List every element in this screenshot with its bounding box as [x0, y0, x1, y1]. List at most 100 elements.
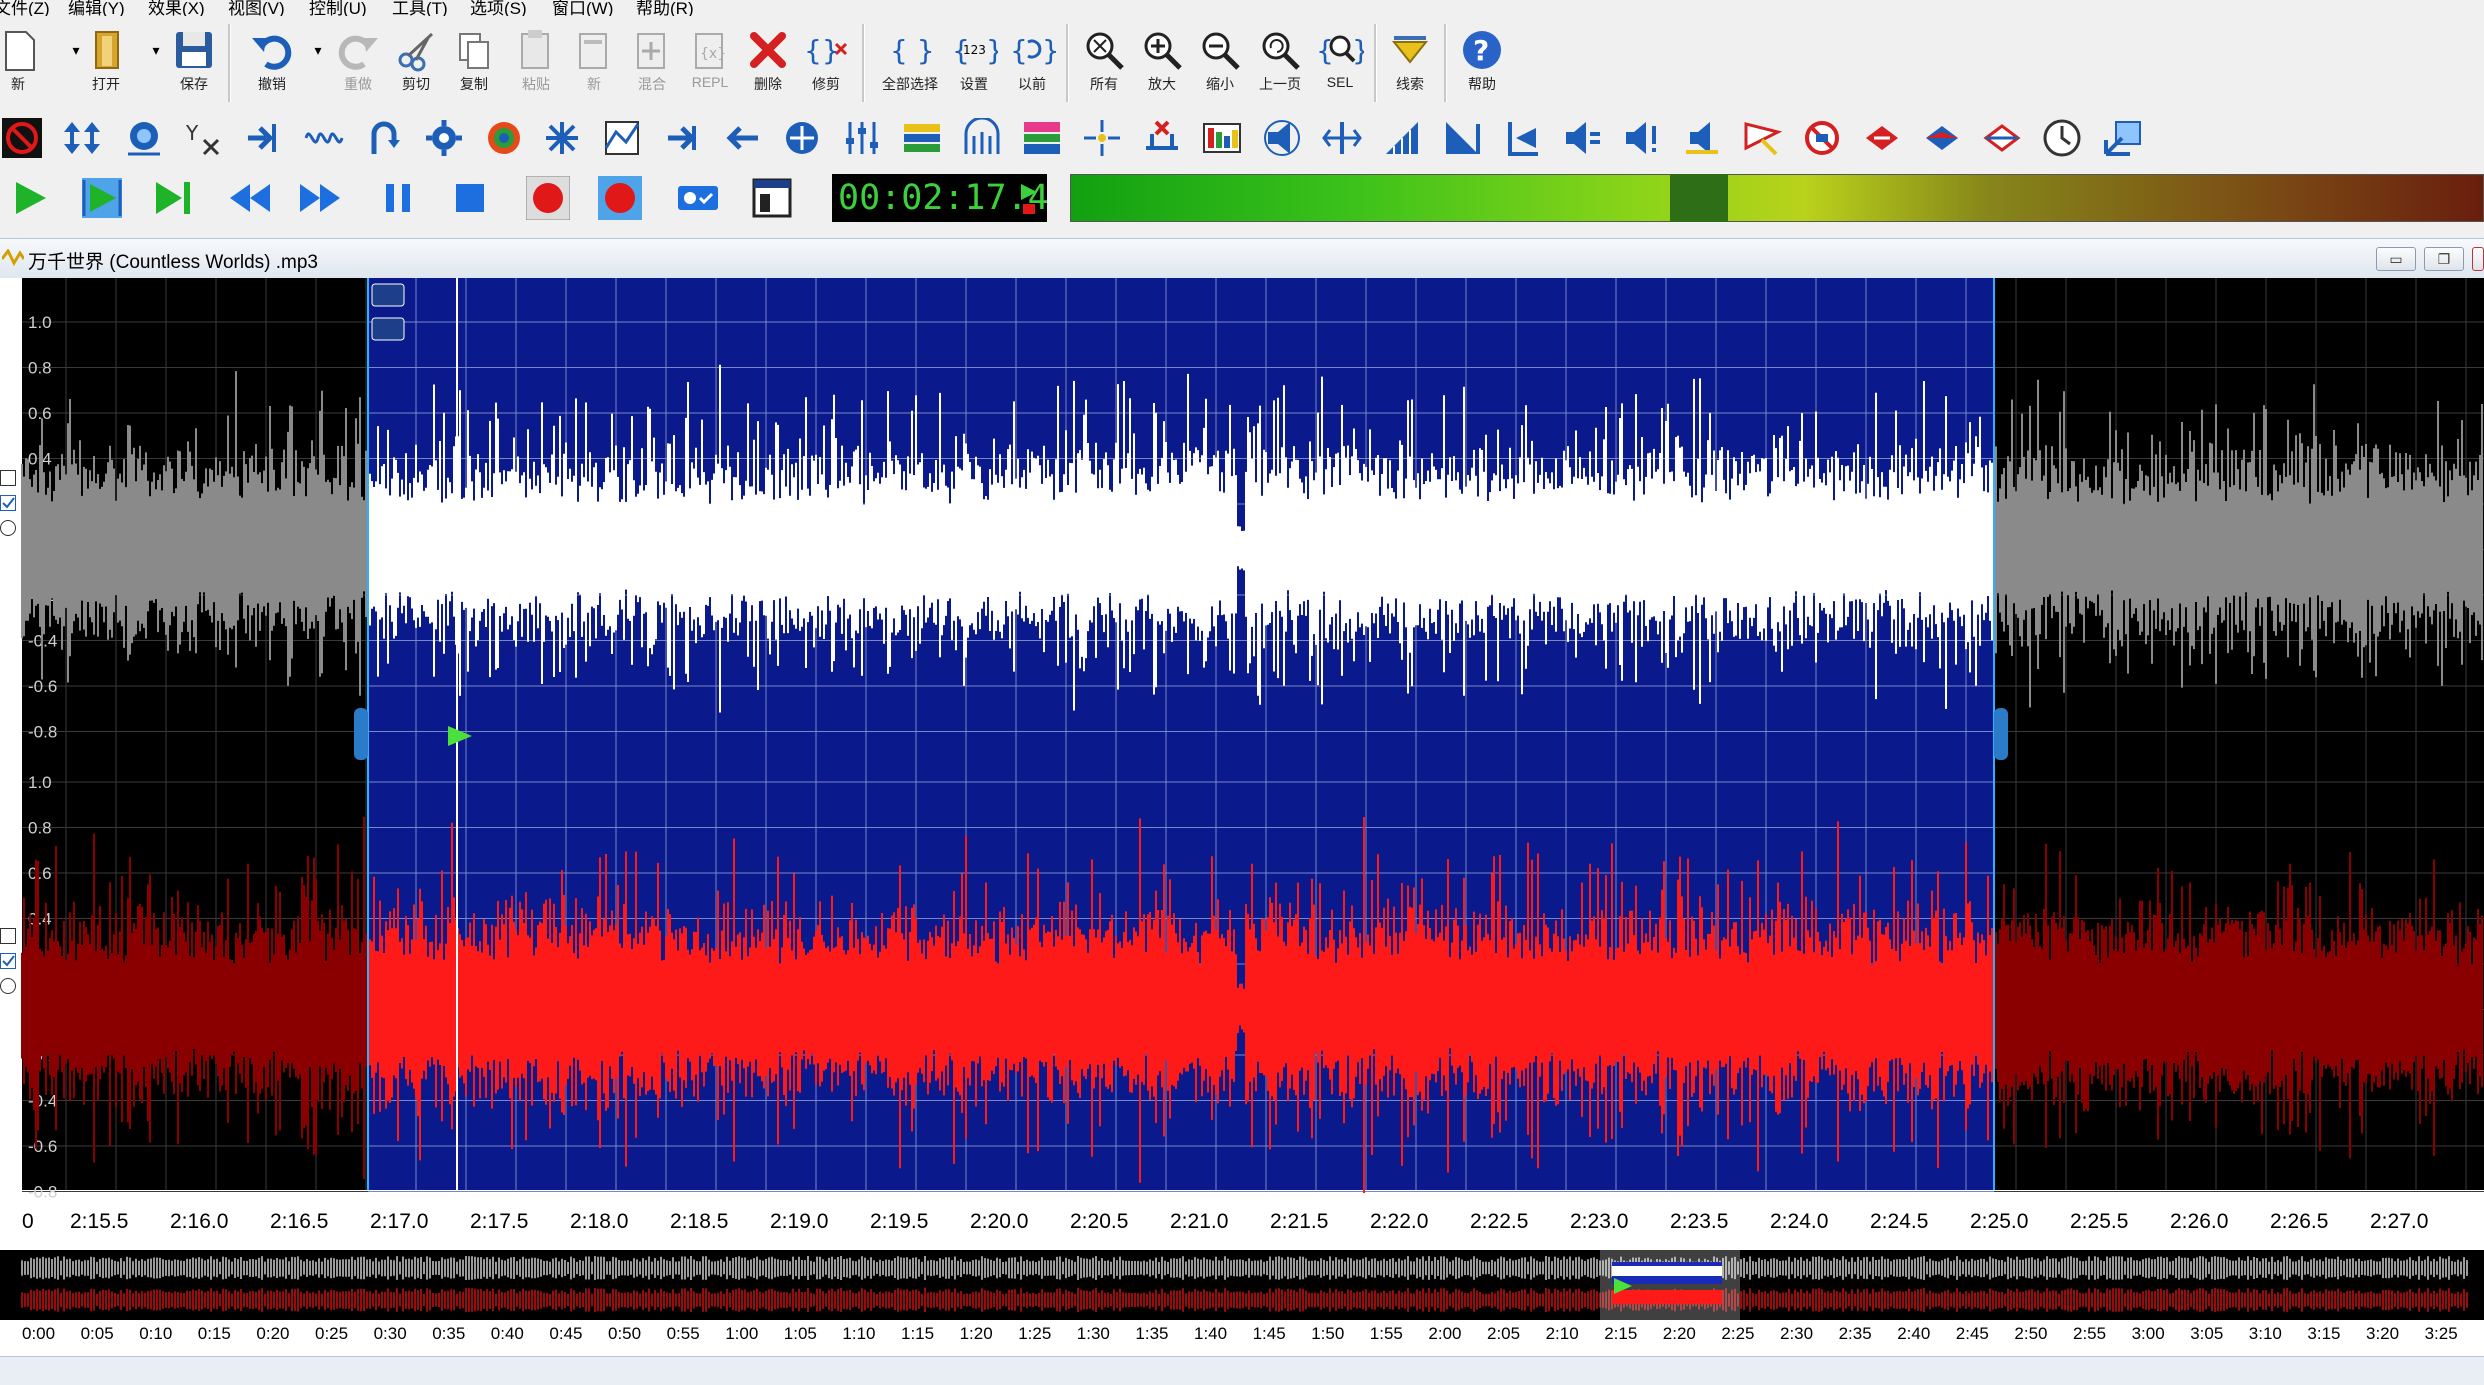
mix-paste-button[interactable]: 混合 [624, 28, 680, 94]
vocal-remove-icon[interactable] [1022, 118, 1062, 158]
effects-toolbar: Y [0, 108, 2484, 166]
maximize-button[interactable]: ❐ [2424, 247, 2464, 271]
reverb-icon[interactable] [484, 118, 524, 158]
equalizer-icon[interactable] [842, 118, 882, 158]
pause-icon[interactable] [376, 176, 420, 220]
envelope-icon[interactable] [602, 118, 642, 158]
zoom-in-button[interactable]: 放大 [1134, 28, 1190, 94]
channel-left-radio[interactable] [0, 520, 16, 536]
redo-button[interactable]: 重做 [330, 28, 386, 94]
overview-tick-label: 1:25 [1018, 1324, 1052, 1343]
menu-control[interactable]: 控制(U) [309, 0, 367, 16]
waveform-canvas[interactable]: 1.00.80.60.40.20.0-0.2-0.4-0.6-0.81.00.8… [0, 278, 2484, 1198]
zoom-selection-button[interactable]: {} SEL [1312, 28, 1368, 90]
search-button[interactable]: 线索 [1382, 28, 1438, 94]
stereo-expand-icon[interactable] [1322, 118, 1362, 158]
echo-gear-icon[interactable] [424, 118, 464, 158]
window-layout-icon[interactable] [750, 176, 794, 220]
copy-button[interactable]: 复制 [446, 28, 502, 94]
replace-button[interactable]: {x} REPL [682, 28, 738, 90]
channel-right-enable[interactable] [0, 928, 16, 944]
paste-button[interactable]: 粘贴 [508, 28, 564, 94]
normalize-icon[interactable] [124, 118, 164, 158]
channel-left-checkbox[interactable] [0, 495, 16, 511]
compressor-icon[interactable] [542, 118, 582, 158]
menu-edit[interactable]: 编辑(Y) [68, 0, 125, 16]
channel-right-checkbox[interactable] [0, 953, 16, 969]
rewind-icon[interactable] [228, 176, 272, 220]
noise-reduction-icon[interactable] [1082, 118, 1122, 158]
channel-right-radio[interactable] [0, 978, 16, 994]
open-button[interactable]: 打开 [78, 28, 134, 94]
clock-icon[interactable] [2042, 118, 2082, 158]
timeline-tick-label: 2:17.5 [470, 1210, 529, 1233]
menu-tools[interactable]: 工具(T) [392, 0, 448, 16]
fade-out-icon[interactable] [722, 118, 762, 158]
no-marker-icon[interactable] [1802, 118, 1842, 158]
export-icon[interactable] [2102, 118, 2142, 158]
menu-options[interactable]: 选项(S) [470, 0, 527, 16]
record-icon[interactable] [526, 176, 570, 220]
menu-window[interactable]: 窗口(W) [552, 0, 613, 16]
overview-navigator[interactable] [0, 1250, 2484, 1320]
zoom-all-button[interactable]: 所有 [1076, 28, 1132, 94]
play-selection-icon[interactable] [80, 176, 124, 220]
overview-tick-label: 1:15 [901, 1324, 935, 1343]
delete-button[interactable]: 删除 [740, 28, 796, 94]
redo-icon [338, 35, 378, 70]
menu-view[interactable]: 视图(V) [228, 0, 285, 16]
paste-new-button[interactable]: 新 [566, 28, 622, 94]
record-loop-icon[interactable] [598, 176, 642, 220]
overview-waveform[interactable] [0, 1250, 2484, 1320]
spectrum-icon[interactable] [902, 118, 942, 158]
channel-left-enable[interactable] [0, 470, 16, 486]
help-button[interactable]: ? 帮助 [1454, 28, 1510, 94]
previous-selection-button[interactable]: {} 以前 [1004, 28, 1060, 94]
new-button[interactable]: 新 [0, 28, 46, 94]
close-button[interactable] [2472, 247, 2484, 271]
waveform-view[interactable]: 1.0 0.8 0.6 0.4 0.2 0.0 -0.2 -0.4 -0.6 -0.8 1.0 0.8… [0, 278, 2484, 1198]
trim-button[interactable]: {} 修剪 [798, 28, 854, 94]
play-to-end-icon[interactable] [150, 176, 194, 220]
mute-speaker-icon[interactable] [1682, 118, 1722, 158]
stop-record-icon[interactable] [2, 118, 42, 158]
undo-button[interactable]: 撤销 [244, 28, 300, 94]
go-to-start-icon[interactable] [1502, 118, 1542, 158]
insert-silence-icon[interactable] [244, 118, 284, 158]
speaker-icon[interactable] [1262, 118, 1302, 158]
select-all-button[interactable]: { } 全部选择 [880, 28, 940, 94]
menu-effects[interactable]: 效果(X) [148, 0, 205, 16]
frequency-analysis-icon[interactable] [1202, 118, 1242, 158]
insert-marker-icon[interactable] [1742, 118, 1782, 158]
play-icon[interactable] [8, 176, 52, 220]
settings-button[interactable]: {123} 设置 [946, 28, 1002, 94]
previous-page-button[interactable]: 上一页 [1252, 28, 1308, 94]
invert-icon[interactable] [364, 118, 404, 158]
click-removal-icon[interactable] [1142, 118, 1182, 158]
cut-button[interactable]: 剪切 [388, 28, 444, 94]
save-button[interactable]: 保存 [166, 28, 222, 94]
silence-icon[interactable]: Y [184, 118, 224, 158]
decrease-volume-icon[interactable] [1442, 118, 1482, 158]
monitor-icon[interactable] [676, 176, 720, 220]
prev-marker-icon[interactable] [1862, 118, 1902, 158]
next-marker-icon[interactable] [1922, 118, 1962, 158]
menu-file[interactable]: 文件(Z) [0, 0, 50, 16]
menu-help[interactable]: 帮助(R) [636, 0, 694, 16]
pan-icon[interactable] [782, 118, 822, 158]
marker-list-icon[interactable] [1982, 118, 2022, 158]
timeline-ruler[interactable]: 0 2:15.5 2:16.0 2:16.5 2:17.0 2:17.5 2:18.0 2:1… [0, 1198, 2484, 1250]
svg-text:{ }: { } [890, 34, 934, 67]
speaker-loud-icon[interactable] [1622, 118, 1662, 158]
fade-in-icon[interactable] [664, 118, 704, 158]
fast-forward-icon[interactable] [298, 176, 342, 220]
reverse-wave-icon[interactable] [304, 118, 344, 158]
zoom-out-button[interactable]: 缩小 [1192, 28, 1248, 94]
amplify-icon[interactable] [62, 118, 102, 158]
stop-icon[interactable] [448, 176, 492, 220]
minimize-button[interactable]: ▭ [2376, 247, 2416, 271]
increase-volume-icon[interactable] [1382, 118, 1422, 158]
speaker-equal-icon[interactable] [1562, 118, 1602, 158]
filter-icon[interactable] [962, 118, 1002, 158]
zoom-all-icon [1086, 32, 1124, 70]
